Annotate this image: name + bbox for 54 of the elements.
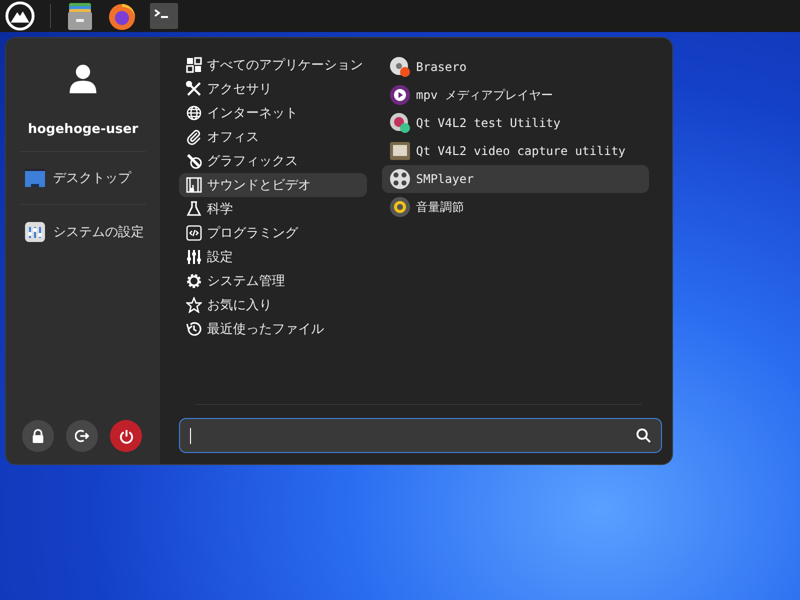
app-item[interactable]: Brasero — [382, 53, 649, 81]
browser-icon[interactable] — [107, 1, 137, 31]
paperclip-icon — [186, 129, 202, 145]
category-item[interactable]: お気に入り — [179, 293, 367, 317]
lock-button[interactable] — [22, 420, 54, 452]
sidebar-item[interactable]: デスクトップ — [6, 166, 160, 190]
app-item[interactable]: Qt V4L2 video capture utility — [382, 137, 649, 165]
user-silhouette-icon — [67, 62, 99, 96]
flask-icon — [186, 201, 202, 217]
app-item[interactable]: Qt V4L2 test Utility — [382, 109, 649, 137]
gear-icon — [186, 273, 202, 289]
category-item[interactable]: サウンドとビデオ — [179, 173, 367, 197]
mountain-logo-icon[interactable] — [5, 1, 35, 31]
settings-sliders-icon — [25, 222, 45, 242]
film-icon — [186, 177, 202, 193]
disc-icon — [389, 56, 411, 78]
app-item[interactable]: 音量調節 — [382, 193, 649, 221]
terminal-icon[interactable] — [149, 1, 179, 31]
search-icon — [636, 428, 651, 443]
sliders-icon — [186, 249, 202, 265]
globe-icon — [186, 105, 202, 121]
play-icon — [389, 84, 411, 106]
category-item[interactable]: システム管理 — [179, 269, 367, 293]
app-item[interactable]: mpv メディアプレイヤー — [382, 81, 649, 109]
category-item[interactable]: 設定 — [179, 245, 367, 269]
webcam-icon — [389, 112, 411, 134]
category-item[interactable]: プログラミング — [179, 221, 367, 245]
category-item[interactable]: 最近使ったファイル — [179, 317, 367, 341]
app-item[interactable]: SMPlayer — [382, 165, 649, 193]
category-item[interactable]: インターネット — [179, 101, 367, 125]
speaker-icon — [389, 196, 411, 218]
code-icon — [186, 225, 202, 241]
grid-icon — [186, 57, 202, 73]
film-reel-icon — [389, 168, 411, 190]
category-item[interactable]: 科学 — [179, 197, 367, 221]
category-item[interactable]: グラフィックス — [179, 149, 367, 173]
star-icon — [186, 297, 202, 313]
category-item[interactable]: すべてのアプリケーション — [179, 53, 367, 77]
power-icon — [118, 428, 134, 444]
search-field[interactable] — [179, 418, 662, 453]
file-drawer-icon[interactable] — [65, 1, 95, 31]
user-name: hogehoge-user — [26, 122, 140, 137]
monitor-icon — [389, 140, 411, 162]
category-item[interactable]: アクセサリ — [179, 77, 367, 101]
tools-icon — [186, 81, 202, 97]
category-item[interactable]: オフィス — [179, 125, 367, 149]
text-cursor — [190, 428, 191, 444]
lock-icon — [31, 429, 45, 443]
history-icon — [186, 321, 202, 337]
desktop-icon — [25, 169, 45, 187]
logout-button[interactable] — [66, 420, 98, 452]
power-button[interactable] — [110, 420, 142, 452]
sidebar-item[interactable]: システムの設定 — [6, 219, 160, 245]
logout-icon — [75, 429, 89, 443]
